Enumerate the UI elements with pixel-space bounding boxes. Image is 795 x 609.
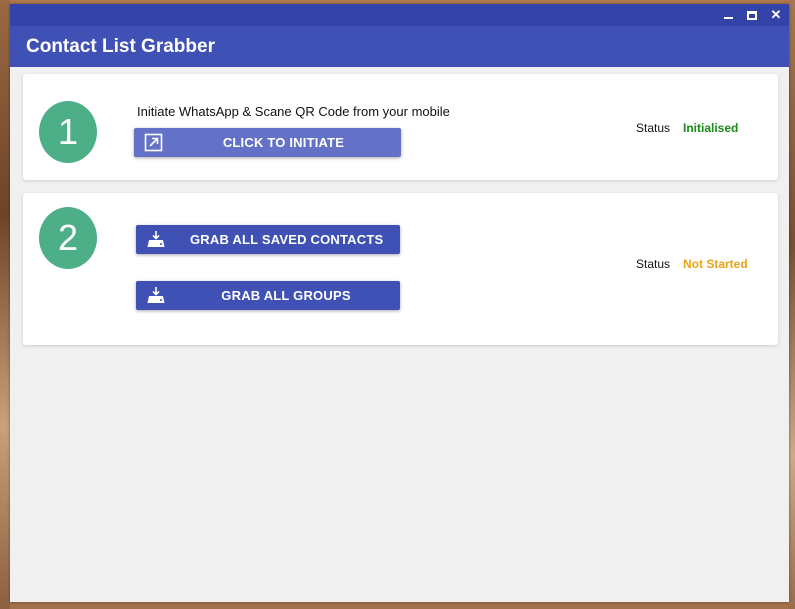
- initiate-button[interactable]: CLICK TO INITIATE: [134, 128, 401, 157]
- desktop-background: [0, 0, 10, 609]
- desktop-background-right: [789, 0, 795, 609]
- page-title: Contact List Grabber: [26, 36, 215, 57]
- minimize-button[interactable]: [719, 6, 737, 24]
- step-1-number-badge: 1: [39, 101, 97, 163]
- close-button[interactable]: ✕: [767, 6, 785, 24]
- app-header: Contact List Grabber: [10, 26, 789, 67]
- step-2-card: 2 GRAB ALL SAVED CONTACTS GRAB ALL GROUP…: [23, 193, 778, 345]
- initiate-button-label: CLICK TO INITIATE: [222, 135, 345, 150]
- step-2-number-badge: 2: [39, 207, 97, 269]
- app-window: ✕ Contact List Grabber 1 Initiate WhatsA…: [10, 4, 789, 602]
- maximize-button[interactable]: [743, 6, 761, 24]
- maximize-icon: [747, 10, 757, 20]
- step-1-card: 1 Initiate WhatsApp & Scane QR Code from…: [23, 74, 778, 180]
- grab-groups-button[interactable]: GRAB ALL GROUPS: [136, 281, 400, 310]
- step-1-instruction: Initiate WhatsApp & Scane QR Code from y…: [137, 104, 450, 119]
- step-2-status-label: Status: [636, 257, 671, 271]
- step-1-status-label: Status: [636, 121, 671, 135]
- grab-groups-label: GRAB ALL GROUPS: [221, 288, 351, 303]
- download-tray-icon: [147, 231, 165, 247]
- window-titlebar[interactable]: ✕: [10, 4, 789, 26]
- step-1-status-value: Initialised: [683, 121, 739, 135]
- grab-saved-contacts-button[interactable]: GRAB ALL SAVED CONTACTS: [136, 225, 400, 254]
- grab-saved-contacts-label: GRAB ALL SAVED CONTACTS: [190, 232, 384, 247]
- close-icon: ✕: [770, 7, 782, 22]
- window-controls: ✕: [719, 6, 785, 24]
- download-tray-icon: [147, 287, 165, 303]
- step-2-status-value: Not Started: [683, 257, 748, 271]
- open-external-icon: [144, 133, 163, 152]
- minimize-icon: [723, 17, 733, 19]
